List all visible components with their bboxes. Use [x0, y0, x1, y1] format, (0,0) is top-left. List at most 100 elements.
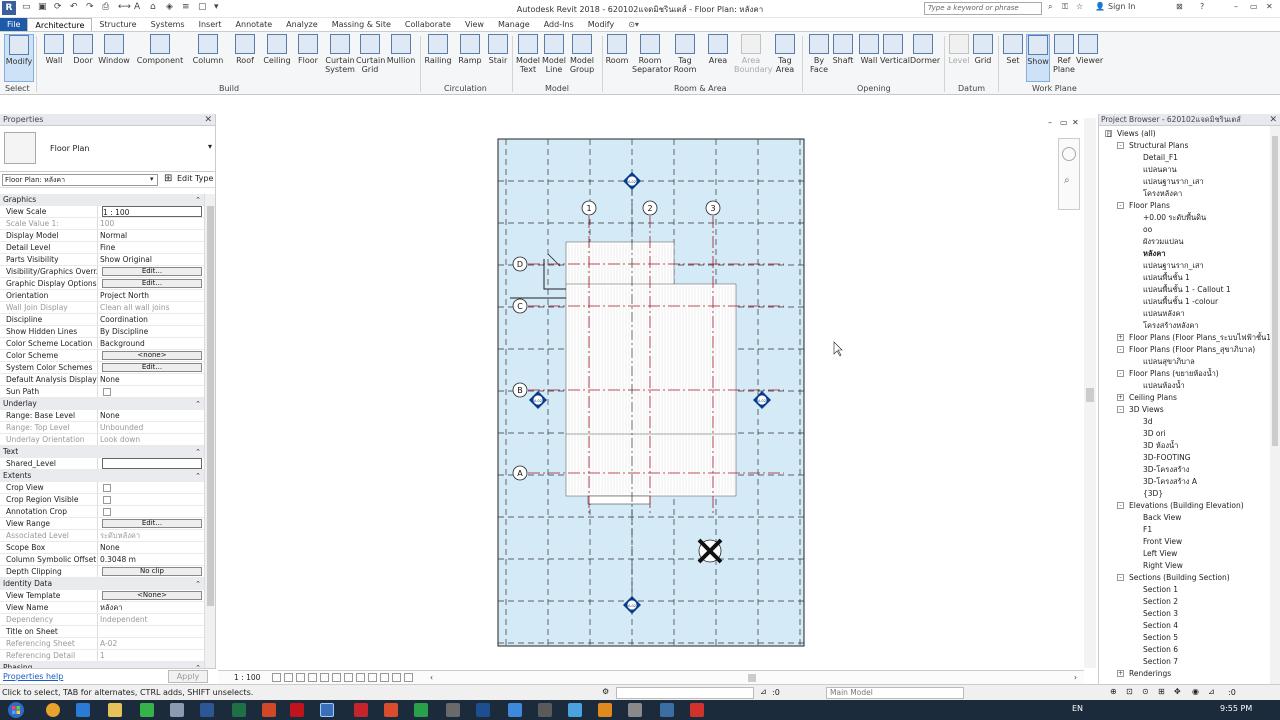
collapse-icon[interactable]: - — [1117, 202, 1124, 209]
build-curtain-system-button[interactable]: Curtain System — [325, 34, 355, 82]
expand-icon[interactable]: + — [1117, 334, 1124, 341]
property-row[interactable]: Associated Level ระดับหลังคา — [0, 530, 204, 542]
tab-analyze[interactable]: Analyze — [279, 18, 325, 31]
browser-item[interactable]: F1 — [1099, 524, 1271, 536]
browser-item[interactable]: แปลนคาน — [1099, 164, 1271, 176]
workset-selector[interactable] — [616, 687, 754, 699]
highlight-displacement-icon[interactable] — [392, 673, 401, 682]
workplane-ref-plane-button[interactable]: Ref Plane — [1052, 34, 1076, 82]
revit-icon[interactable] — [320, 703, 334, 717]
explorer-icon[interactable] — [108, 703, 122, 717]
property-row[interactable]: Shared_Level — [0, 458, 204, 470]
tab-modify[interactable]: Modify — [581, 18, 622, 31]
build-floor-button[interactable]: Floor — [293, 34, 323, 82]
floor-plan-drawing[interactable]: 1 2 3 D C B A A-02 A-02 A-02 A-02 — [218, 114, 1096, 670]
property-row[interactable]: Depth Clipping No clip — [0, 566, 204, 578]
property-row[interactable]: Underlay Orientation Look down — [0, 434, 204, 446]
build-wall-button[interactable]: Wall — [40, 34, 68, 82]
property-value[interactable]: Project North — [98, 290, 204, 301]
tab-view[interactable]: View — [458, 18, 491, 31]
worksets-icon[interactable]: ⚙ — [602, 687, 609, 696]
browser-item[interactable]: 3d — [1099, 416, 1271, 428]
browser-item[interactable]: 3D ห้องน้ำ — [1099, 440, 1271, 452]
room-tag-area-button[interactable]: Tag Area — [770, 34, 800, 82]
collapse-icon[interactable]: - — [1117, 370, 1124, 377]
property-value[interactable]: 1 : 100 — [98, 206, 204, 217]
browser-item[interactable]: oo — [1099, 224, 1271, 236]
close-hidden-icon[interactable]: ▢ — [198, 2, 208, 12]
property-value[interactable] — [98, 482, 204, 493]
browser-item[interactable]: - Floor Plans (Floor Plans_สุขาภิบาล) — [1099, 344, 1271, 356]
property-row[interactable]: Show Hidden Lines By Discipline — [0, 326, 204, 338]
collapse-icon[interactable]: - — [1117, 502, 1124, 509]
browser-scrollbar[interactable] — [1270, 126, 1280, 684]
property-row[interactable]: Range: Top Level Unbounded — [0, 422, 204, 434]
undo-icon[interactable]: ↶ — [70, 2, 80, 12]
browser-item[interactable]: 3D-โครงสร้าง A — [1099, 476, 1271, 488]
app-icon[interactable] — [476, 703, 490, 717]
app-icon[interactable] — [446, 703, 460, 717]
app-icon[interactable] — [538, 703, 552, 717]
close-icon[interactable]: ✕ — [1269, 114, 1277, 125]
analytical-model-icon[interactable] — [380, 673, 389, 682]
thin-lines-icon[interactable]: ≡ — [182, 2, 192, 12]
acrobat-icon[interactable] — [290, 703, 304, 717]
property-checkbox[interactable] — [103, 388, 111, 396]
property-value[interactable]: <None> — [98, 590, 204, 601]
property-row[interactable]: Title on Sheet — [0, 626, 204, 638]
filter-icon[interactable]: ⊿ — [760, 687, 767, 696]
browser-item[interactable]: Section 3 — [1099, 608, 1271, 620]
room-area-boundary-button[interactable]: Area Boundary — [734, 34, 773, 82]
datum-grid-button[interactable]: Grid — [972, 34, 994, 82]
property-row[interactable]: Dependency Independent — [0, 614, 204, 626]
opening-shaft-button[interactable]: Shaft — [830, 34, 856, 82]
browser-item[interactable]: Left View — [1099, 548, 1271, 560]
browser-item[interactable]: Front View — [1099, 536, 1271, 548]
detail-level-icon[interactable] — [272, 673, 281, 682]
circulation-stair-button[interactable]: Stair — [484, 34, 512, 82]
workplane-show-button[interactable]: Show — [1026, 34, 1050, 82]
datum-level-button[interactable]: Level — [948, 34, 970, 82]
browser-item[interactable]: แปลนหลังคา — [1099, 308, 1271, 320]
design-option-selector[interactable]: Main Model — [826, 687, 964, 699]
browser-item[interactable]: - Elevations (Building Elevation) — [1099, 500, 1271, 512]
collapse-icon[interactable]: ⌃ — [195, 398, 201, 410]
property-group[interactable]: Text ⌃ — [0, 446, 204, 458]
powerpoint-icon[interactable] — [262, 703, 276, 717]
circulation-ramp-button[interactable]: Ramp — [456, 34, 484, 82]
room-area-button[interactable]: Area — [704, 34, 732, 82]
user-icon[interactable]: 👤 — [1095, 2, 1105, 11]
build-column-button[interactable]: Column — [191, 34, 225, 82]
chevron-left-icon[interactable]: ‹ — [430, 671, 433, 684]
browser-item[interactable]: -3D Views — [1099, 404, 1271, 416]
browser-item[interactable]: โครงสร้างหลังคา — [1099, 320, 1271, 332]
maximize-icon[interactable]: ▭ — [1250, 2, 1258, 11]
property-edit-button[interactable]: <none> — [102, 351, 202, 360]
scroll-thumb[interactable] — [748, 674, 756, 682]
property-value[interactable] — [98, 494, 204, 505]
property-row[interactable]: Crop View — [0, 482, 204, 494]
browser-item[interactable]: Right View — [1099, 560, 1271, 572]
browser-item[interactable]: - ▯ Views (all) — [1099, 128, 1271, 140]
reveal-hidden-icon[interactable] — [356, 673, 365, 682]
collapse-icon[interactable]: - — [1117, 406, 1124, 413]
browser-item[interactable]: +0.00 ระดับพื้นดิน — [1099, 212, 1271, 224]
property-row[interactable]: Scope Box None — [0, 542, 204, 554]
tab-overflow-icon[interactable]: ⊙▾ — [621, 18, 646, 31]
ie-icon[interactable] — [76, 703, 90, 717]
select-panel-label[interactable]: Select — [5, 84, 30, 93]
tab-file[interactable]: File — [0, 18, 28, 31]
property-row[interactable]: Detail Level Fine — [0, 242, 204, 254]
close-icon[interactable]: ✕ — [204, 114, 212, 126]
tab-add-ins[interactable]: Add-Ins — [537, 18, 581, 31]
property-row[interactable]: Wall Join Display Clean all wall joins — [0, 302, 204, 314]
tab-architecture[interactable]: Architecture — [27, 18, 93, 31]
property-row[interactable]: Referencing Detail 1 — [0, 650, 204, 662]
property-row[interactable]: System Color Schemes Edit... — [0, 362, 204, 374]
chevron-down-icon[interactable]: ▾ — [208, 142, 212, 151]
edit-type-button[interactable]: Edit Type — [177, 174, 213, 183]
scroll-thumb[interactable] — [1272, 136, 1278, 446]
build-curtain-grid-button[interactable]: Curtain Grid — [356, 34, 385, 82]
property-value[interactable]: Edit... — [98, 278, 204, 289]
property-value[interactable]: หลังคา — [98, 602, 204, 613]
